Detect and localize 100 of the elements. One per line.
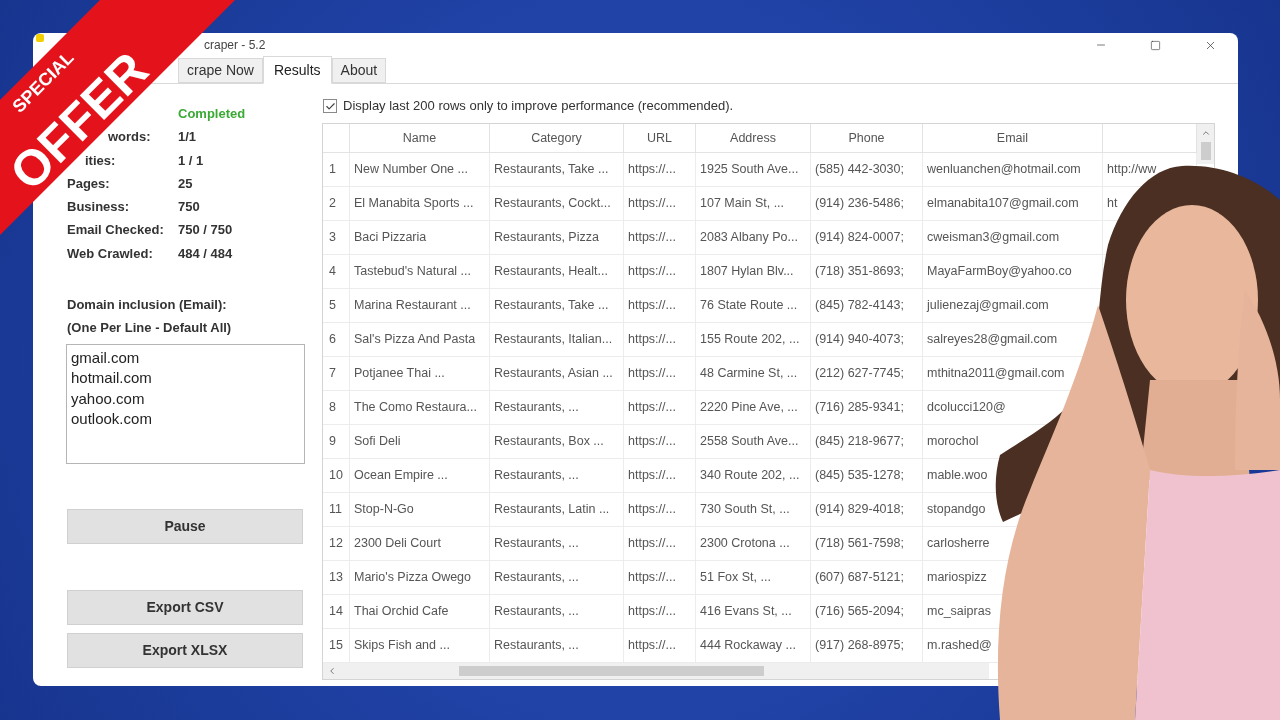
table-cell-text: https://... [628, 569, 676, 587]
table-cell-text: 730 South St, ... [700, 501, 790, 519]
row-number: 11 [329, 501, 342, 519]
table-cell-text: https://... [628, 603, 676, 621]
table-cell-text: https://... [628, 195, 676, 213]
table-cell-text: Sal's Pizza And Pasta [354, 331, 476, 349]
export-button[interactable]: Export XLSX [67, 632, 303, 668]
table-cell-text: Restaurants, Take ... [494, 161, 609, 179]
table-cell-text: elmanabita107@gmail.com [927, 195, 1079, 213]
table-cell-text: 2083 Albany Po... [700, 229, 798, 247]
row-number: 8 [329, 399, 336, 417]
maximize-icon[interactable] [1150, 39, 1161, 51]
table-cell-text: Thai Orchid Cafe [354, 603, 449, 621]
domain-inclusion-note: (One Per Line - Default All) [67, 319, 232, 338]
display-checkbox[interactable] [323, 99, 337, 113]
table-cell-text: (914) 236-5486; [815, 195, 904, 213]
column-header[interactable]: URL [624, 124, 696, 153]
table-cell-text: (914) 829-4018; [815, 501, 904, 519]
table-cell-text: cweisman3@gmail.com [927, 229, 1060, 247]
row-number: 3 [329, 229, 336, 247]
table-cell-text: Restaurants, ... [494, 467, 579, 485]
table-cell-text: El Manabita Sports ... [354, 195, 474, 213]
column-header[interactable]: Address [696, 124, 811, 153]
stat-value: 1/1 [178, 129, 197, 145]
scrollbar-thumb[interactable] [1200, 142, 1211, 160]
row-number: 4 [329, 263, 336, 281]
column-header[interactable] [323, 124, 350, 153]
table-cell-text: Restaurants, ... [494, 603, 579, 621]
table-cell-text: Baci Pizzaria [354, 229, 427, 247]
table-cell-text: Mario's Pizza Owego [354, 569, 471, 587]
table-cell-text: https://... [628, 501, 676, 519]
column-header[interactable]: Email [923, 124, 1103, 153]
check-icon [324, 100, 336, 112]
scroll-left-icon[interactable] [327, 666, 337, 676]
table-cell-text: carlosherre [927, 535, 990, 553]
table-cell-text: (845) 535-1278; [815, 467, 904, 485]
table-cell-text: https://... [628, 263, 676, 281]
table-cell-text: 444 Rockaway ... [700, 637, 796, 655]
table-cell-text: Restaurants, Take ... [494, 297, 609, 315]
table-cell-text: New Number One ... [354, 161, 468, 179]
row-number: 12 [329, 535, 343, 553]
table-cell-text: mc_saipras [927, 603, 991, 621]
table-cell-text: mable.woo [927, 467, 988, 485]
row-number: 10 [329, 467, 343, 485]
table-cell-text: mthitna2011@gmail.com [927, 365, 1065, 383]
tab[interactable]: crape Now [178, 58, 263, 83]
pause-button[interactable]: Pause [67, 508, 303, 544]
window-title: craper - 5.2 [204, 37, 266, 54]
domain-list-field[interactable]: gmail.com hotmail.com yahoo.com outlook.com [66, 343, 305, 464]
stat-label: Web Crawled: [67, 245, 153, 261]
table-cell-text: (845) 218-9677; [815, 433, 904, 451]
checkbox-label[interactable]: Display last 200 rows only to improve performance (recommended). [343, 96, 734, 116]
table-cell-text: Stop-N-Go [354, 501, 414, 519]
table-cell-text: 2300 Crotona ... [700, 535, 790, 553]
table-cell-text: Restaurants, Box ... [494, 433, 604, 451]
table-cell-text: Restaurants, ... [494, 569, 579, 587]
row-number: 6 [329, 331, 336, 349]
table-cell-text: Restaurants, ... [494, 535, 579, 553]
table-cell-text: (716) 285-9341; [815, 399, 904, 417]
row-number: 7 [329, 365, 336, 383]
table-cell-text: (212) 627-7745; [815, 365, 904, 383]
table-cell-text: ht [1107, 195, 1118, 213]
table-cell-text: (914) 824-0007; [815, 229, 904, 247]
table-cell-text: Marina Restaurant ... [354, 297, 471, 315]
table-cell-text: http://ww [1107, 161, 1157, 179]
table-cell-text: Restaurants, Latin ... [494, 501, 610, 519]
row-number: 2 [329, 195, 336, 213]
table-cell-text: Ocean Empire ... [354, 467, 448, 485]
export-button[interactable]: Export CSV [67, 589, 303, 625]
stat-value: 484 / 484 [178, 245, 233, 261]
vertical-scrollbar[interactable] [1197, 124, 1214, 164]
column-header[interactable]: Phone [811, 124, 923, 153]
table-cell-text: 155 Route 202, ... [700, 331, 800, 349]
tab[interactable]: Results [262, 56, 332, 84]
table-cell-text: wenluanchen@hotmail.com [927, 161, 1081, 179]
tab[interactable]: About [331, 58, 387, 83]
table-cell-text: Restaurants, Italian... [494, 331, 613, 349]
table-cell-text: 48 Carmine St, ... [700, 365, 798, 383]
scroll-up-icon[interactable] [1200, 128, 1211, 138]
table-cell-text: Sofi Deli [354, 433, 401, 451]
table-cell-text: dcolucci120@ [927, 399, 1006, 417]
stat-label: Business: [67, 199, 130, 215]
table-cell-text: Restaurants, Pizza [494, 229, 599, 247]
table-cell-text: stopandgo [927, 501, 986, 519]
table-cell-text: https://... [628, 535, 676, 553]
table-cell-text: 2558 South Ave... [700, 433, 799, 451]
scrollbar-thumb[interactable] [459, 666, 764, 676]
table-cell-text: 107 Main St, ... [700, 195, 785, 213]
table-cell-text: (716) 565-2094; [815, 603, 904, 621]
table-cell-text: MayaFarmBoy@yahoo.co [927, 263, 1072, 281]
table-cell-text: Tastebud's Natural ... [354, 263, 472, 281]
stat-value: 750 [178, 199, 200, 215]
table-cell-text: Skips Fish and ... [354, 637, 450, 655]
horizontal-scrollbar[interactable] [323, 663, 989, 679]
table-cell-text: https://... [628, 399, 676, 417]
table-cell-text: Restaurants, Asian ... [494, 365, 613, 383]
table-cell-text: 2220 Pine Ave, ... [700, 399, 798, 417]
stat-value: 750 / 750 [178, 222, 233, 238]
column-header[interactable]: Category [490, 124, 624, 153]
column-header[interactable]: Name [350, 124, 490, 153]
